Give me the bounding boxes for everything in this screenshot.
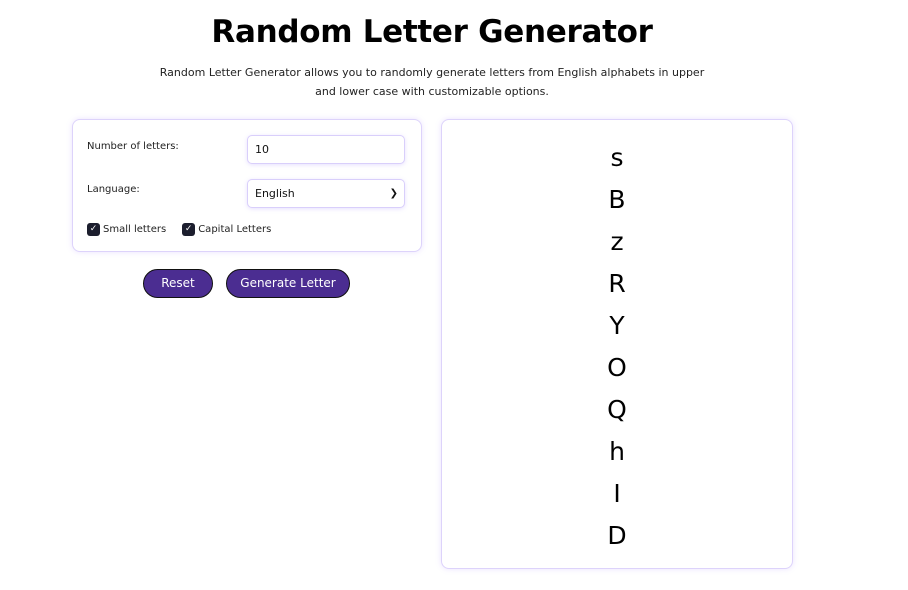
generated-letter: D: [607, 521, 627, 550]
capital-letters-checkbox[interactable]: ✓: [182, 223, 196, 236]
results-panel: s B z R Y O Q h I D: [441, 119, 793, 569]
small-letters-label[interactable]: Small letters: [103, 224, 166, 235]
generated-letter: I: [613, 479, 621, 508]
reset-button[interactable]: Reset: [143, 269, 213, 298]
generated-letter: Q: [607, 395, 627, 424]
language-label: Language:: [87, 184, 140, 195]
generated-letter: h: [609, 437, 625, 466]
generated-letter: s: [610, 143, 624, 172]
capital-letters-label[interactable]: Capital Letters: [198, 224, 271, 235]
count-label: Number of letters:: [87, 141, 179, 152]
generated-letter: B: [608, 185, 626, 214]
options-panel: Number of letters: 10 Language: English …: [72, 119, 422, 252]
count-input[interactable]: 10: [247, 135, 405, 164]
generated-letter: R: [608, 269, 626, 298]
small-letters-checkbox[interactable]: ✓: [87, 223, 100, 236]
generated-letter: O: [607, 353, 627, 382]
generated-letter: z: [610, 227, 624, 256]
language-select[interactable]: English ❯: [247, 179, 405, 208]
page-description: Random Letter Generator allows you to ra…: [159, 66, 705, 98]
page-title: Random Letter Generator: [211, 14, 653, 50]
generate-letter-button[interactable]: Generate Letter: [226, 269, 350, 298]
generated-letter: Y: [609, 311, 625, 340]
language-value: English: [255, 187, 295, 200]
letter-list: s B z R Y O Q h I D: [442, 144, 792, 564]
letter-case-options: ✓ Small letters ✓ Capital Letters: [87, 223, 287, 236]
chevron-down-icon: ❯: [389, 188, 398, 199]
